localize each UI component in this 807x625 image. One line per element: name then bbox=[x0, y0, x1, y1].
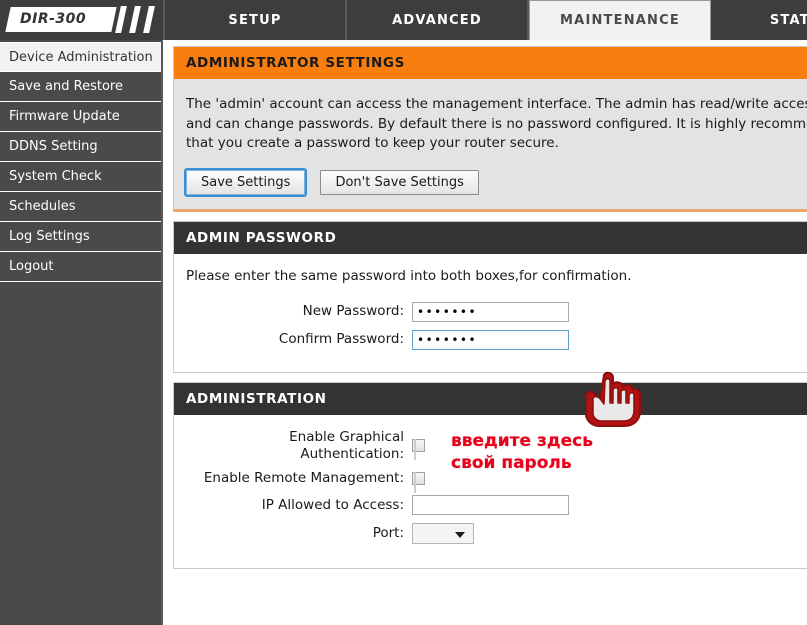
brand-logo: DIR-300 bbox=[0, 0, 165, 40]
sidebar-item-device-administration[interactable]: Device Administration bbox=[0, 42, 161, 72]
administration-body: Enable Graphical Authentication: Enable … bbox=[174, 414, 807, 569]
ip-allowed-input[interactable] bbox=[412, 495, 569, 516]
tab-status[interactable]: STATUS bbox=[711, 0, 807, 40]
graphical-authentication-row: Enable Graphical Authentication: bbox=[174, 429, 807, 463]
tab-advanced[interactable]: ADVANCED bbox=[347, 0, 529, 40]
remote-management-label: Enable Remote Management: bbox=[203, 470, 404, 487]
checkbox-inner bbox=[414, 439, 416, 461]
admin-password-heading: ADMIN PASSWORD bbox=[174, 221, 807, 254]
logo-slash-icon bbox=[115, 6, 127, 33]
sidebar-item-save-and-restore[interactable]: Save and Restore bbox=[0, 72, 161, 102]
logo-model-text: DIR-300 bbox=[20, 11, 87, 27]
chevron-down-icon bbox=[455, 532, 465, 539]
confirm-password-input[interactable]: ••••••• bbox=[412, 329, 569, 350]
description-line: The 'admin' account can access the manag… bbox=[186, 96, 807, 112]
tab-setup[interactable]: SETUP bbox=[165, 0, 347, 40]
description-line: that you create a password to keep your … bbox=[186, 135, 559, 152]
admin-password-body: Please enter the same password into both… bbox=[174, 253, 807, 372]
confirm-password-label: Confirm Password: bbox=[278, 331, 404, 348]
graphical-authentication-checkbox[interactable] bbox=[412, 439, 425, 461]
sidebar-navigation: Device Administration Save and Restore F… bbox=[0, 40, 163, 625]
dont-save-settings-button[interactable]: Don't Save Settings bbox=[320, 169, 479, 195]
administrator-settings-body: The 'admin' account can access the manag… bbox=[174, 79, 807, 209]
port-row: Port: bbox=[174, 523, 807, 545]
administrator-settings-panel: ADMINISTRATOR SETTINGS The 'admin' accou… bbox=[173, 46, 807, 212]
logo-slash-icon bbox=[143, 6, 155, 33]
ip-allowed-row: IP Allowed to Access: bbox=[174, 495, 807, 516]
top-navigation-bar: DIR-300 SETUP ADVANCED MAINTENANCE STATU… bbox=[0, 0, 807, 40]
new-password-input[interactable]: ••••••• bbox=[412, 301, 569, 322]
administration-panel: ADMINISTRATION Enable Graphical Authenti… bbox=[173, 381, 807, 570]
administrator-settings-heading: ADMINISTRATOR SETTINGS bbox=[174, 47, 807, 79]
sidebar-item-ddns-setting[interactable]: DDNS Setting bbox=[0, 132, 161, 162]
checkbox-inner bbox=[414, 472, 416, 494]
admin-password-instruction: Please enter the same password into both… bbox=[186, 267, 632, 284]
logo-slash-icon bbox=[129, 6, 141, 33]
new-password-label: New Password: bbox=[302, 303, 404, 320]
new-password-row: New Password: ••••••• bbox=[174, 301, 807, 322]
sidebar-item-firmware-update[interactable]: Firmware Update bbox=[0, 102, 161, 132]
main-content: ADMINISTRATOR SETTINGS The 'admin' accou… bbox=[163, 40, 807, 625]
graphical-auth-label-line1: Enable Graphical bbox=[289, 428, 404, 445]
sidebar-item-logout[interactable]: Logout bbox=[0, 252, 161, 282]
graphical-auth-label-line2: Authentication: bbox=[300, 445, 404, 462]
description-line: and can change passwords. By default the… bbox=[186, 115, 807, 132]
graphical-authentication-label: Enable Graphical Authentication: bbox=[174, 429, 412, 463]
admin-password-panel: ADMIN PASSWORD Please enter the same pas… bbox=[173, 220, 807, 373]
ip-allowed-label: IP Allowed to Access: bbox=[261, 496, 404, 513]
administrator-settings-description: The 'admin' account can access the manag… bbox=[186, 95, 807, 154]
tab-maintenance[interactable]: MAINTENANCE bbox=[529, 0, 711, 40]
sidebar-item-schedules[interactable]: Schedules bbox=[0, 192, 161, 222]
save-settings-button[interactable]: Save Settings bbox=[183, 167, 308, 197]
port-select[interactable] bbox=[412, 523, 474, 545]
sidebar-item-system-check[interactable]: System Check bbox=[0, 162, 161, 192]
administration-heading: ADMINISTRATION bbox=[174, 382, 807, 415]
remote-management-row: Enable Remote Management: bbox=[174, 470, 807, 494]
port-label: Port: bbox=[372, 525, 404, 542]
settings-button-row: Save Settings Don't Save Settings bbox=[183, 167, 807, 197]
remote-management-checkbox[interactable] bbox=[412, 472, 425, 494]
page-body: Device Administration Save and Restore F… bbox=[0, 40, 807, 625]
confirm-password-row: Confirm Password: ••••••• bbox=[174, 329, 807, 350]
sidebar-item-log-settings[interactable]: Log Settings bbox=[0, 222, 161, 252]
